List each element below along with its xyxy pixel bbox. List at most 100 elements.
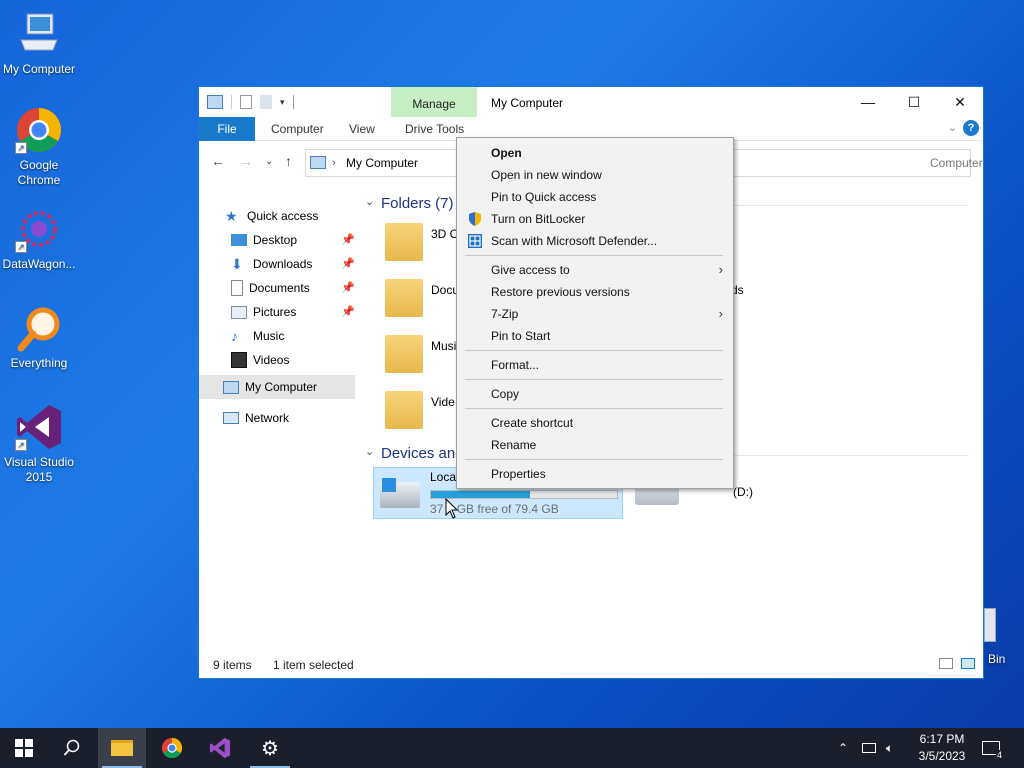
sidebar-item-videos[interactable]: Videos xyxy=(231,349,355,371)
desktop-icon-everything[interactable]: Everything xyxy=(0,304,78,371)
pictures-icon xyxy=(231,305,247,319)
folder-label[interactable]: 3D O xyxy=(431,227,459,241)
sidebar-item-quick-access[interactable]: ★ Quick access xyxy=(225,205,355,227)
desktop-icon-label: DataWagon... xyxy=(2,257,76,271)
menu-separator xyxy=(465,255,723,256)
breadcrumb-chevron-icon[interactable]: › xyxy=(332,150,336,176)
tray-chevron-icon[interactable]: ⌃ xyxy=(838,728,848,768)
menu-item-rename[interactable]: Rename xyxy=(457,434,733,456)
details-view-icon[interactable] xyxy=(939,658,953,669)
sidebar-item-label: Documents xyxy=(249,281,310,295)
search-placeholder: Computer xyxy=(930,156,983,170)
desktop-icon-recycle-bin[interactable]: Bin xyxy=(984,600,1024,670)
sidebar-item-pictures[interactable]: Pictures 📌 xyxy=(231,301,355,323)
folder-label[interactable]: Vide xyxy=(431,395,455,409)
sidebar-item-network[interactable]: Network xyxy=(223,407,353,429)
folder-music-icon[interactable] xyxy=(385,335,423,373)
menu-item-restore-versions[interactable]: Restore previous versions xyxy=(457,281,733,303)
sidebar-item-documents[interactable]: Documents 📌 xyxy=(231,277,355,299)
menu-item-properties[interactable]: Properties xyxy=(457,463,733,485)
menu-item-open[interactable]: Open xyxy=(457,142,733,164)
folder-documents-icon[interactable] xyxy=(385,279,423,317)
datawagon-icon: ↗ xyxy=(15,205,63,253)
drive-d-label[interactable]: (D:) xyxy=(733,485,753,499)
menu-item-pin-quick-access[interactable]: Pin to Quick access xyxy=(457,186,733,208)
tab-manage[interactable]: Manage xyxy=(391,87,477,117)
volume-icon[interactable]: 🔈︎ xyxy=(886,728,893,768)
pin-icon[interactable]: 📌 xyxy=(341,253,355,275)
tab-computer[interactable]: Computer xyxy=(261,117,334,141)
film-icon xyxy=(231,352,247,368)
sidebar-item-music[interactable]: ♪ Music xyxy=(231,325,355,347)
folder-3d-objects-icon[interactable] xyxy=(385,223,423,261)
network-tray-icon[interactable] xyxy=(862,728,876,768)
folders-section-header[interactable]: Folders (7) xyxy=(381,195,454,212)
forward-arrow-icon[interactable]: → xyxy=(239,153,253,169)
tab-view[interactable]: View xyxy=(339,117,385,141)
folder-label[interactable]: Docu xyxy=(431,283,459,297)
defender-icon xyxy=(467,233,483,249)
sidebar-item-my-computer[interactable]: My Computer xyxy=(199,375,355,399)
gear-icon: ⚙ xyxy=(261,737,279,760)
start-button[interactable] xyxy=(0,728,48,768)
tab-file[interactable]: File xyxy=(199,117,255,141)
menu-item-open-new-window[interactable]: Open in new window xyxy=(457,164,733,186)
address-bar[interactable]: › My Computer xyxy=(305,149,459,177)
breadcrumb[interactable]: My Computer xyxy=(346,156,418,170)
menu-item-create-shortcut[interactable]: Create shortcut xyxy=(457,412,733,434)
customize-qat-icon[interactable]: ▾ xyxy=(280,97,285,108)
sidebar-item-label: Quick access xyxy=(247,209,319,223)
taskbar-visual-studio[interactable] xyxy=(196,728,244,768)
desktop-icon-label: Everything xyxy=(10,356,68,370)
notification-icon: 4 xyxy=(982,741,1003,760)
windows-logo-icon xyxy=(15,739,33,757)
close-button[interactable]: ✕ xyxy=(937,87,983,117)
menu-item-7zip[interactable]: 7-Zip › xyxy=(457,303,733,325)
help-icon[interactable]: ? xyxy=(963,120,979,136)
computer-icon xyxy=(223,380,239,394)
properties-icon[interactable] xyxy=(240,95,252,109)
computer-icon xyxy=(310,156,326,169)
sidebar-item-label: Videos xyxy=(253,353,290,367)
pin-icon[interactable]: 📌 xyxy=(341,277,355,299)
desktop-icon-my-computer[interactable]: My Computer xyxy=(0,10,78,77)
collapse-chevron-icon[interactable]: ⌄ xyxy=(365,445,374,458)
menu-item-give-access[interactable]: Give access to › xyxy=(457,259,733,281)
desktop-icon-visual-studio[interactable]: ↗ Visual Studio 2015 xyxy=(0,403,78,485)
pin-icon[interactable]: 📌 xyxy=(341,229,355,251)
clock[interactable]: 6:17 PM 3/5/2023 xyxy=(912,731,972,765)
desktop-icon-chrome[interactable]: ↗ Google Chrome xyxy=(0,106,78,188)
menu-item-format[interactable]: Format... xyxy=(457,354,733,376)
devices-section-header[interactable]: Devices and xyxy=(381,445,464,462)
folder-videos-icon[interactable] xyxy=(385,391,423,429)
sidebar-item-downloads[interactable]: ⬇ Downloads 📌 xyxy=(231,253,355,275)
desktop-icon-datawagon[interactable]: ↗ DataWagon... xyxy=(0,205,78,272)
recent-locations-chevron-icon[interactable]: ⌄ xyxy=(265,156,273,167)
menu-item-copy[interactable]: Copy xyxy=(457,383,733,405)
download-icon: ⬇ xyxy=(231,256,243,272)
menu-item-pin-start[interactable]: Pin to Start xyxy=(457,325,733,347)
search-input[interactable]: Computer xyxy=(729,149,983,177)
pin-icon[interactable]: 📌 xyxy=(341,301,355,323)
collapse-chevron-icon[interactable]: ⌄ xyxy=(365,195,374,208)
chrome-icon: ↗ xyxy=(15,106,63,154)
taskbar-chrome[interactable] xyxy=(148,728,196,768)
maximize-button[interactable]: ☐ xyxy=(891,87,937,117)
menu-item-defender-scan[interactable]: Scan with Microsoft Defender... xyxy=(457,230,733,252)
up-arrow-icon[interactable]: ↑ xyxy=(285,153,292,169)
search-button[interactable] xyxy=(48,728,96,768)
back-arrow-icon[interactable]: ← xyxy=(211,153,225,169)
action-center-button[interactable]: 4 xyxy=(982,728,1003,768)
ribbon-expand-chevron-icon[interactable]: ⌄ xyxy=(948,121,957,134)
new-folder-icon[interactable] xyxy=(260,95,272,109)
menu-item-bitlocker[interactable]: Turn on BitLocker xyxy=(457,208,733,230)
taskbar-file-explorer[interactable] xyxy=(98,728,146,768)
navigation-pane: ★ Quick access Desktop 📌 ⬇ Downloads 📌 D… xyxy=(199,193,357,653)
title-bar[interactable]: ▾ Manage My Computer — ☐ ✕ xyxy=(199,87,983,117)
taskbar-settings[interactable]: ⚙ xyxy=(246,728,294,768)
folder-label[interactable]: Musi xyxy=(431,339,456,353)
sidebar-item-desktop[interactable]: Desktop 📌 xyxy=(231,229,355,251)
shield-icon xyxy=(467,211,483,227)
tiles-view-icon[interactable] xyxy=(961,658,975,669)
minimize-button[interactable]: — xyxy=(845,87,891,117)
